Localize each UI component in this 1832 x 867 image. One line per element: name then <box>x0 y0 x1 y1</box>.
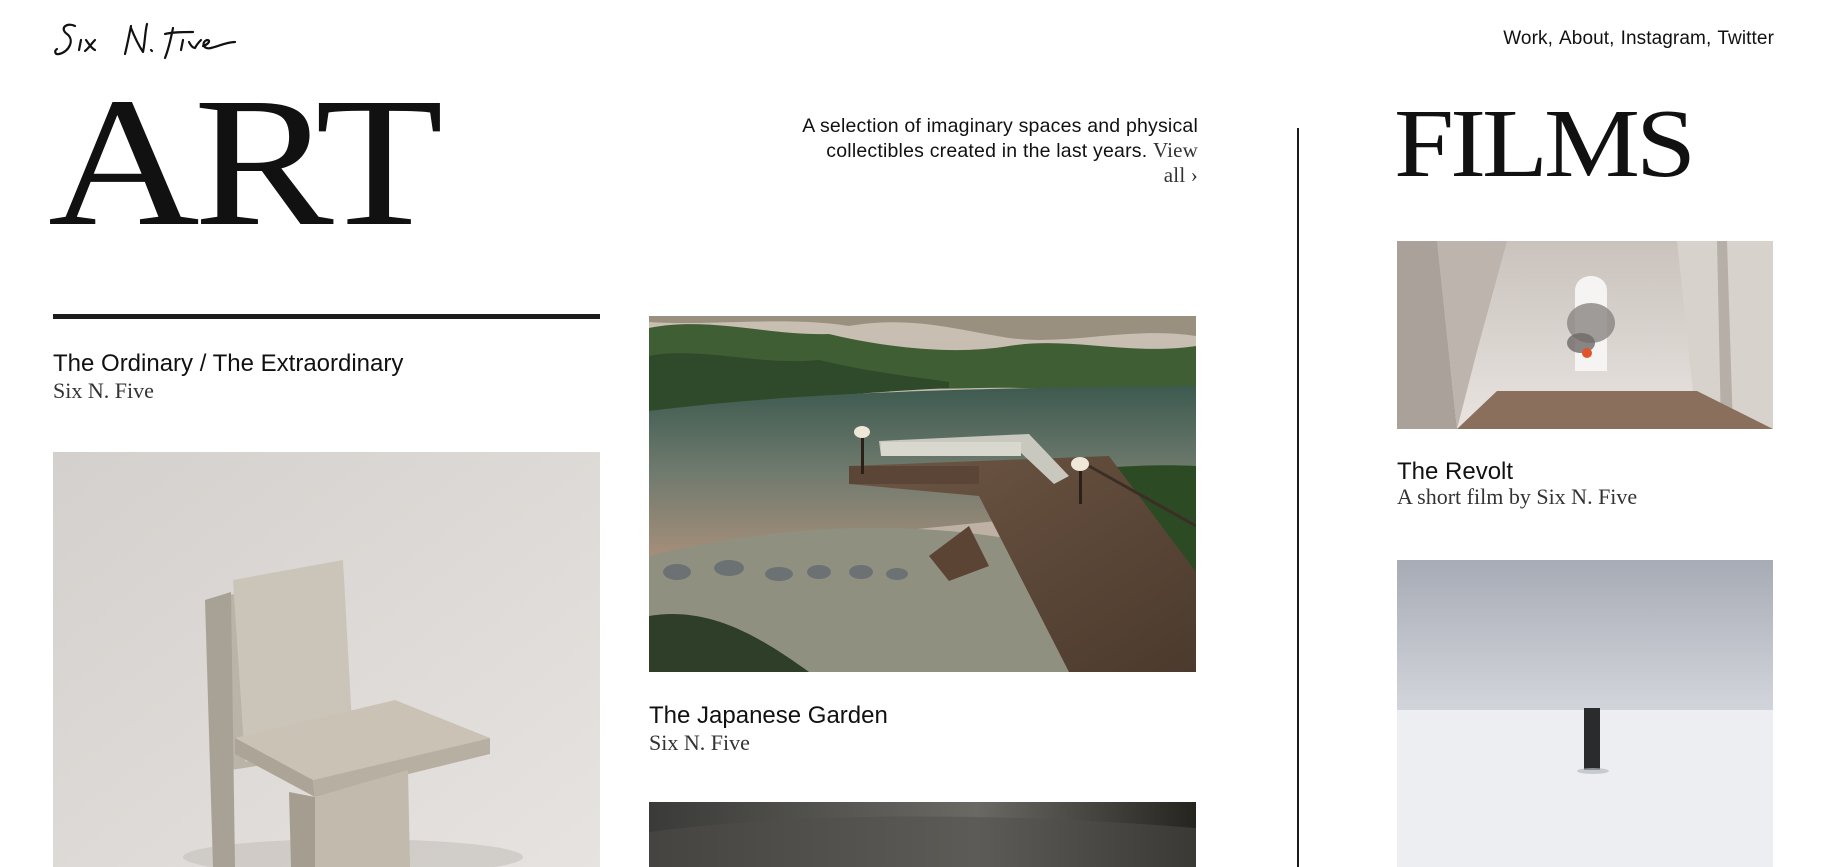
nav-separator: , <box>1609 28 1615 49</box>
nav-work-link[interactable]: Work <box>1503 28 1547 49</box>
film-title-the-revolt[interactable]: The Revolt <box>1397 458 1513 486</box>
view-all-link[interactable]: View all › <box>1153 138 1198 187</box>
art-intro-text: A selection of imaginary spaces and phys… <box>800 114 1198 188</box>
artwork-author: Six N. Five <box>649 730 750 755</box>
nav-about-link[interactable]: About <box>1559 28 1609 49</box>
artwork-image-chair[interactable] <box>53 452 600 867</box>
film-subtitle: A short film by Six N. Five <box>1397 484 1638 509</box>
artwork-image-dark-interior[interactable] <box>649 802 1196 867</box>
six-n-five-signature-logo[interactable] <box>53 18 237 64</box>
artwork-author: Six N. Five <box>53 378 154 403</box>
column-divider <box>1297 128 1299 867</box>
section-rule <box>53 314 600 319</box>
art-section-title: ART <box>48 60 443 265</box>
film-image-the-revolt[interactable] <box>1397 241 1773 429</box>
artwork-title-japanese-garden[interactable]: The Japanese Garden <box>649 702 888 730</box>
nav-separator: , <box>1547 28 1554 49</box>
artwork-title-ordinary[interactable]: The Ordinary / The Extraordinary <box>53 350 403 378</box>
art-intro-description: A selection of imaginary spaces and phys… <box>802 115 1198 162</box>
artwork-image-japanese-garden[interactable] <box>649 316 1196 672</box>
films-section-title: FILMS <box>1394 90 1696 198</box>
film-image-monolith[interactable] <box>1397 560 1773 867</box>
nav-twitter-link[interactable]: Twitter <box>1717 28 1774 49</box>
nav-separator: , <box>1705 28 1712 49</box>
top-nav: Work, About, Instagram, Twitter <box>1503 28 1774 50</box>
nav-instagram-link[interactable]: Instagram <box>1621 28 1706 49</box>
